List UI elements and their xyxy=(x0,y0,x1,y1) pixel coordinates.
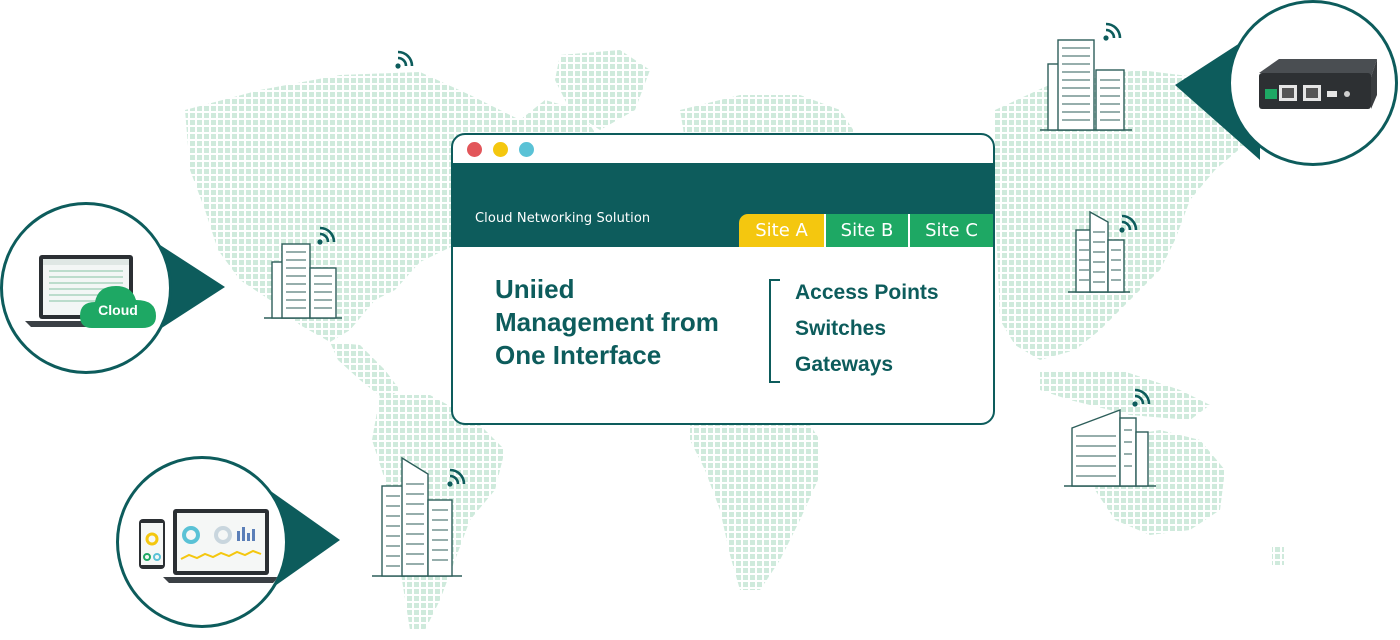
window-header: Cloud Networking Solution Site A Site B … xyxy=(453,163,993,247)
app-window: Cloud Networking Solution Site A Site B … xyxy=(451,133,995,425)
feature-gateways: Gateways xyxy=(795,353,894,376)
feature-switches: Switches xyxy=(795,317,887,340)
laptop-icon xyxy=(163,509,279,583)
map-new-zealand xyxy=(1272,545,1284,565)
map-australia xyxy=(1095,430,1225,535)
heading-line-1: Uniied xyxy=(495,274,575,304)
heading-line-3: One Interface xyxy=(495,340,662,370)
map-asia xyxy=(995,70,1260,360)
map-south-america xyxy=(372,395,505,630)
controller-callout-circle xyxy=(1228,0,1398,166)
phone-icon xyxy=(139,519,165,569)
feature-access-points: Access Points xyxy=(795,281,939,304)
window-titlebar xyxy=(453,135,993,163)
tab-site-b[interactable]: Site B xyxy=(824,214,908,247)
header-title: Cloud Networking Solution xyxy=(475,211,651,226)
controller-device-icon xyxy=(1259,59,1377,109)
main-heading: Uniied Management from One Interface xyxy=(495,273,765,372)
feature-bracket xyxy=(769,279,780,383)
tab-site-c[interactable]: Site C xyxy=(908,214,993,247)
site-tabs: Site A Site B Site C xyxy=(739,214,993,247)
dashboard-callout-circle xyxy=(116,456,288,628)
maximize-dot-icon xyxy=(519,142,534,157)
map-se-asia xyxy=(1040,370,1210,420)
laptop-icon xyxy=(25,255,145,327)
heading-line-2: Management from xyxy=(495,307,719,337)
cloud-callout-circle xyxy=(0,202,172,374)
feature-list: Access Points Switches Gateways xyxy=(795,275,939,383)
minimize-dot-icon xyxy=(493,142,508,157)
tab-site-a[interactable]: Site A xyxy=(739,214,824,247)
close-dot-icon xyxy=(467,142,482,157)
map-central-america xyxy=(330,342,400,400)
cloud-label: Cloud xyxy=(98,302,138,318)
